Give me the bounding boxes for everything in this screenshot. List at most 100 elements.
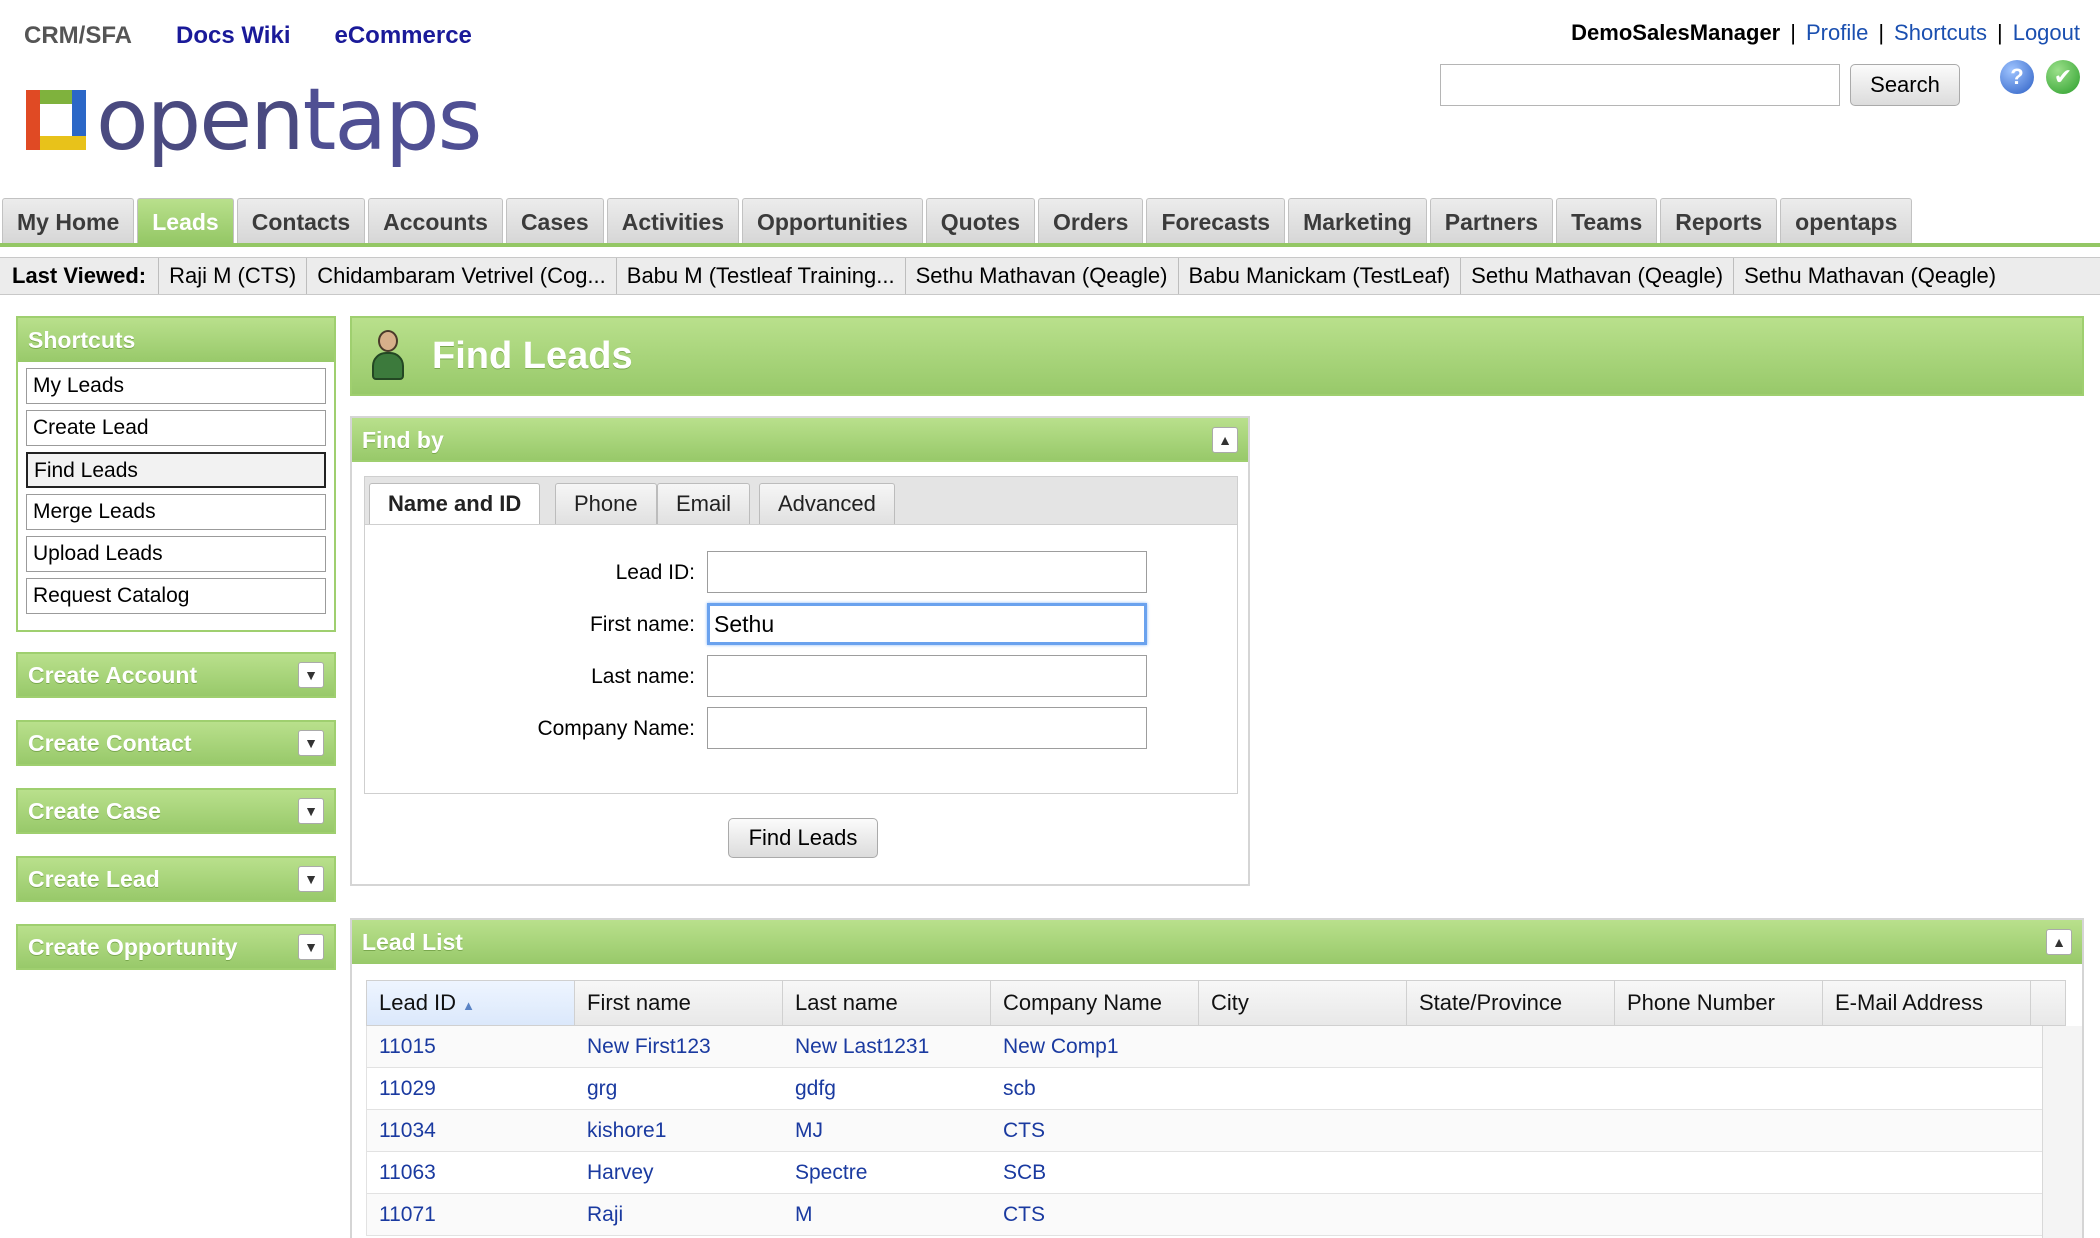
cell-company[interactable]: CTS (991, 1194, 1199, 1235)
cell-last-name[interactable]: MJ (783, 1110, 991, 1151)
grid-scrollbar[interactable] (2042, 1026, 2082, 1238)
cell-first-name[interactable]: New First123 (575, 1026, 783, 1067)
company-name-input[interactable] (707, 707, 1147, 749)
cell-first-name[interactable]: grg (575, 1068, 783, 1109)
collapse-icon[interactable]: ▲ (1212, 427, 1238, 453)
shortcuts-link[interactable]: Shortcuts (1894, 20, 1987, 46)
tab-name-and-id[interactable]: Name and ID (369, 483, 541, 527)
last-name-input[interactable] (707, 655, 1147, 697)
tab-cases[interactable]: Cases (505, 198, 604, 244)
table-row[interactable]: 11029 grg gdfg scb (366, 1068, 2066, 1110)
cell-lead-id[interactable]: 11063 (367, 1152, 575, 1193)
tab-teams[interactable]: Teams (1556, 198, 1658, 244)
cell-last-name[interactable]: New Last1231 (783, 1026, 991, 1067)
cell-lead-id[interactable]: 11071 (367, 1194, 575, 1235)
tab-marketing[interactable]: Marketing (1288, 198, 1427, 244)
shortcut-find-leads[interactable]: Find Leads (26, 452, 326, 488)
status-check-icon[interactable]: ✔ (2046, 60, 2080, 94)
last-viewed-item[interactable]: Babu Manickam (TestLeaf) (1179, 258, 1462, 294)
find-leads-button[interactable]: Find Leads (728, 818, 878, 858)
tab-reports[interactable]: Reports (1660, 198, 1778, 244)
col-state-province[interactable]: State/Province (1407, 981, 1615, 1025)
col-last-name[interactable]: Last name (783, 981, 991, 1025)
shortcut-merge-leads[interactable]: Merge Leads (26, 494, 326, 530)
create-account-box[interactable]: Create Account ▼ (16, 652, 336, 698)
tab-orders[interactable]: Orders (1038, 198, 1144, 244)
cell-first-name[interactable]: kishore1 (575, 1110, 783, 1151)
col-email-address[interactable]: E-Mail Address (1823, 981, 2031, 1025)
tab-phone[interactable]: Phone (555, 483, 657, 525)
app-link-docs-wiki[interactable]: Docs Wiki (176, 22, 290, 50)
logout-link[interactable]: Logout (2013, 20, 2080, 46)
tab-forecasts[interactable]: Forecasts (1146, 198, 1286, 244)
lead-id-input[interactable] (707, 551, 1147, 593)
cell-city (1199, 1068, 1407, 1109)
cell-last-name[interactable]: M (783, 1194, 991, 1235)
expand-icon[interactable]: ▼ (298, 934, 324, 960)
cell-phone (1615, 1110, 1823, 1151)
cell-company[interactable]: scb (991, 1068, 1199, 1109)
cell-last-name[interactable]: Spectre (783, 1152, 991, 1193)
shortcut-my-leads[interactable]: My Leads (26, 368, 326, 404)
last-viewed-item[interactable]: Babu M (Testleaf Training... (617, 258, 906, 294)
table-row[interactable]: 11071 Raji M CTS (366, 1194, 2066, 1236)
tab-accounts[interactable]: Accounts (368, 198, 503, 244)
last-viewed-item[interactable]: Raji M (CTS) (159, 258, 308, 294)
col-lead-id[interactable]: Lead ID ▲ (367, 981, 575, 1025)
last-viewed-item[interactable]: Sethu Mathavan (Qeagle) (906, 258, 1179, 294)
cell-company[interactable]: SCB (991, 1152, 1199, 1193)
page-header: Find Leads (350, 316, 2084, 396)
tab-my-home[interactable]: My Home (2, 198, 135, 244)
help-icon[interactable]: ? (2000, 60, 2034, 94)
cell-email (1823, 1194, 2031, 1235)
col-company-name[interactable]: Company Name (991, 981, 1199, 1025)
shortcut-create-lead[interactable]: Create Lead (26, 410, 326, 446)
search-button[interactable]: Search (1850, 64, 1960, 106)
col-first-name[interactable]: First name (575, 981, 783, 1025)
tab-activities[interactable]: Activities (606, 198, 739, 244)
cell-company[interactable]: CTS (991, 1110, 1199, 1151)
profile-link[interactable]: Profile (1806, 20, 1868, 46)
tab-opportunities[interactable]: Opportunities (741, 198, 923, 244)
tab-email[interactable]: Email (657, 483, 751, 525)
cell-lead-id[interactable]: 11015 (367, 1026, 575, 1067)
cell-lead-id[interactable]: 11034 (367, 1110, 575, 1151)
cell-first-name[interactable]: Raji (575, 1194, 783, 1235)
cell-last-name[interactable]: gdfg (783, 1068, 991, 1109)
opentaps-logo[interactable]: opentaps (26, 74, 482, 166)
cell-email (1823, 1068, 2031, 1109)
col-city[interactable]: City (1199, 981, 1407, 1025)
shortcut-request-catalog[interactable]: Request Catalog (26, 578, 326, 614)
expand-icon[interactable]: ▼ (298, 730, 324, 756)
create-lead-box[interactable]: Create Lead ▼ (16, 856, 336, 902)
collapse-icon[interactable]: ▲ (2046, 929, 2072, 955)
expand-icon[interactable]: ▼ (298, 866, 324, 892)
expand-icon[interactable]: ▼ (298, 798, 324, 824)
table-row[interactable]: 11063 Harvey Spectre SCB (366, 1152, 2066, 1194)
col-phone-number[interactable]: Phone Number (1615, 981, 1823, 1025)
shortcut-upload-leads[interactable]: Upload Leads (26, 536, 326, 572)
expand-icon[interactable]: ▼ (298, 662, 324, 688)
tab-quotes[interactable]: Quotes (925, 198, 1035, 244)
tab-advanced[interactable]: Advanced (759, 483, 895, 525)
main-nav-tabs: My Home Leads Contacts Accounts Cases Ac… (2, 198, 1913, 244)
last-viewed-item[interactable]: Chidambaram Vetrivel (Cog... (307, 258, 617, 294)
table-row[interactable]: 11015 New First123 New Last1231 New Comp… (366, 1026, 2066, 1068)
table-row[interactable]: 11034 kishore1 MJ CTS (366, 1110, 2066, 1152)
create-opportunity-box[interactable]: Create Opportunity ▼ (16, 924, 336, 970)
app-link-ecommerce[interactable]: eCommerce (334, 22, 471, 50)
first-name-input[interactable]: Sethu (707, 603, 1147, 645)
create-case-box[interactable]: Create Case ▼ (16, 788, 336, 834)
last-viewed-item[interactable]: Sethu Mathavan (Qeagle) (1734, 258, 2006, 294)
create-contact-box[interactable]: Create Contact ▼ (16, 720, 336, 766)
app-link-crm-sfa[interactable]: CRM/SFA (24, 22, 132, 50)
tab-opentaps[interactable]: opentaps (1780, 198, 1913, 244)
global-search-input[interactable] (1440, 64, 1840, 106)
cell-company[interactable]: New Comp1 (991, 1026, 1199, 1067)
tab-partners[interactable]: Partners (1429, 198, 1554, 244)
cell-lead-id[interactable]: 11029 (367, 1068, 575, 1109)
cell-first-name[interactable]: Harvey (575, 1152, 783, 1193)
tab-contacts[interactable]: Contacts (236, 198, 366, 244)
last-viewed-item[interactable]: Sethu Mathavan (Qeagle) (1461, 258, 1735, 294)
tab-leads[interactable]: Leads (137, 198, 234, 244)
